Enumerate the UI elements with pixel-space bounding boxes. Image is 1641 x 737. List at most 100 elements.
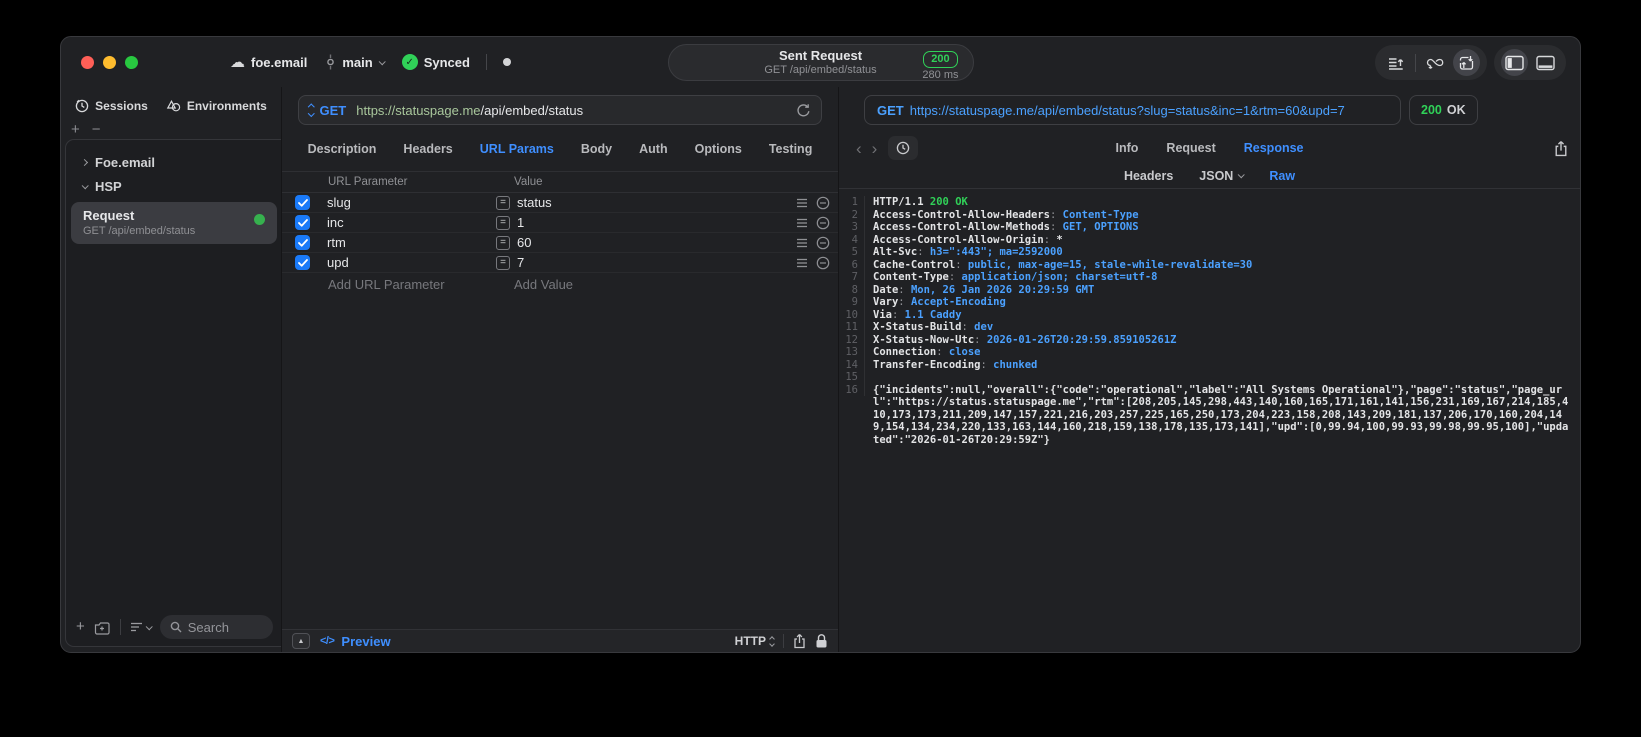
line-content: Cache-Control: public, max-age=15, stale… bbox=[873, 258, 1253, 271]
request-url-bar[interactable]: GET https://statuspage.me/api/embed/stat… bbox=[298, 95, 822, 125]
share-icon[interactable] bbox=[793, 633, 806, 649]
tab-response[interactable]: Response bbox=[1244, 141, 1304, 155]
request-list-item-selected[interactable]: Request GET /api/embed/status bbox=[71, 202, 277, 244]
subtab-headers[interactable]: Headers bbox=[1124, 169, 1173, 183]
check-circle-icon: ✓ bbox=[401, 54, 418, 70]
tree-item-foe-email[interactable]: Foe.email bbox=[66, 150, 281, 174]
history-button[interactable] bbox=[888, 136, 919, 160]
code-line: 5 Alt-Svc: h3=":443"; ma=2592000 bbox=[845, 246, 1570, 259]
tab-testing[interactable]: Testing bbox=[769, 142, 813, 156]
minimize-window-button[interactable] bbox=[103, 55, 116, 69]
toggle-sidebar-button[interactable] bbox=[1501, 49, 1528, 76]
reorder-handle-icon[interactable] bbox=[796, 258, 808, 268]
chevron-down-icon bbox=[145, 622, 153, 630]
tab-description[interactable]: Description bbox=[308, 142, 377, 156]
line-content: Access-Control-Allow-Origin: * bbox=[873, 233, 1063, 246]
lock-icon[interactable] bbox=[815, 633, 828, 649]
code-line: 10 Via: 1.1 Caddy bbox=[845, 308, 1570, 321]
param-value[interactable]: 7 bbox=[517, 255, 796, 270]
param-name[interactable]: inc bbox=[327, 215, 496, 230]
sidebar-tab-sessions[interactable]: Sessions bbox=[75, 99, 148, 113]
url-param-row[interactable]: upd = 7 bbox=[282, 253, 838, 273]
add-session-button[interactable]: + bbox=[71, 122, 80, 137]
preview-button[interactable]: </> Preview bbox=[320, 634, 391, 649]
code-line: 15 bbox=[845, 371, 1570, 384]
sent-request-url-box[interactable]: GET https://statuspage.me/api/embed/stat… bbox=[864, 95, 1401, 125]
url-params-table: URL Parameter Value slug = status inc = … bbox=[282, 171, 838, 295]
compare-sync-button[interactable] bbox=[1422, 49, 1449, 76]
toggle-bottom-panel-button[interactable] bbox=[1532, 49, 1559, 76]
tree-item-hsp[interactable]: HSP bbox=[66, 174, 281, 198]
sync-status-label: Synced bbox=[423, 54, 470, 70]
sync-status[interactable]: ✓ Synced bbox=[401, 54, 470, 70]
param-value[interactable]: 1 bbox=[517, 215, 796, 230]
clock-icon bbox=[75, 99, 89, 113]
param-name[interactable]: upd bbox=[327, 255, 496, 270]
search-input[interactable]: Search bbox=[159, 615, 273, 639]
history-back-button[interactable]: ‹ bbox=[851, 140, 867, 157]
line-content: Access-Control-Allow-Headers: Content-Ty… bbox=[873, 208, 1139, 221]
remove-session-button[interactable]: − bbox=[92, 122, 101, 137]
equals-badge-icon: = bbox=[496, 195, 510, 210]
reorder-handle-icon[interactable] bbox=[796, 218, 808, 228]
tab-auth[interactable]: Auth bbox=[639, 142, 667, 156]
param-name[interactable]: rtm bbox=[327, 235, 496, 250]
sent-request-pill[interactable]: Sent Request GET /api/embed/status 200 2… bbox=[667, 44, 974, 81]
branch-icon bbox=[327, 54, 335, 70]
remove-param-icon[interactable] bbox=[816, 216, 830, 230]
project-selector[interactable]: ☁ foe.email bbox=[230, 55, 307, 70]
remove-param-icon[interactable] bbox=[816, 256, 830, 270]
param-value[interactable]: 60 bbox=[517, 235, 796, 250]
collapse-panel-button[interactable]: ▲ bbox=[292, 633, 310, 649]
add-param-row[interactable]: Add URL Parameter Add Value bbox=[282, 273, 838, 295]
import-export-button[interactable] bbox=[1453, 49, 1480, 76]
status-dot-icon bbox=[254, 214, 265, 225]
tab-info[interactable]: Info bbox=[1116, 141, 1139, 155]
param-enabled-checkbox[interactable] bbox=[295, 195, 310, 210]
column-header-value: Value bbox=[514, 176, 543, 188]
line-number: 16 bbox=[845, 383, 865, 396]
line-number: 7 bbox=[845, 271, 865, 284]
subtab-raw[interactable]: Raw bbox=[1269, 169, 1295, 183]
sort-filter-button[interactable] bbox=[130, 621, 153, 633]
tab-request[interactable]: Request bbox=[1166, 141, 1215, 155]
close-window-button[interactable] bbox=[81, 55, 94, 69]
url-param-row[interactable]: slug = status bbox=[282, 193, 838, 213]
new-folder-icon[interactable] bbox=[94, 620, 111, 635]
tab-headers[interactable]: Headers bbox=[403, 142, 452, 156]
tab-url-params[interactable]: URL Params bbox=[480, 142, 554, 156]
protocol-select[interactable]: HTTP bbox=[735, 634, 775, 648]
response-panel: GET https://statuspage.me/api/embed/stat… bbox=[839, 87, 1580, 652]
export-list-icon bbox=[1388, 57, 1403, 70]
cloud-icon: ☁ bbox=[230, 53, 245, 71]
zoom-window-button[interactable] bbox=[125, 55, 138, 69]
param-enabled-checkbox[interactable] bbox=[295, 255, 310, 270]
remove-param-icon[interactable] bbox=[816, 196, 830, 210]
add-param-name-placeholder[interactable]: Add URL Parameter bbox=[328, 277, 514, 292]
code-line: 14 Transfer-Encoding: chunked bbox=[845, 358, 1570, 371]
url-param-row[interactable]: rtm = 60 bbox=[282, 233, 838, 253]
remove-param-icon[interactable] bbox=[816, 236, 830, 250]
resend-button[interactable] bbox=[796, 103, 811, 118]
request-method[interactable]: GET bbox=[320, 103, 347, 118]
tab-body[interactable]: Body bbox=[581, 142, 612, 156]
sidebar-tab-environments[interactable]: Environments bbox=[166, 99, 267, 113]
history-forward-button[interactable]: › bbox=[867, 140, 883, 157]
url-param-row[interactable]: inc = 1 bbox=[282, 213, 838, 233]
url-path: /api/embed/status bbox=[480, 102, 584, 118]
tab-options[interactable]: Options bbox=[695, 142, 742, 156]
reorder-handle-icon[interactable] bbox=[796, 198, 808, 208]
subtab-json[interactable]: JSON bbox=[1199, 169, 1246, 183]
add-request-button[interactable]: + bbox=[76, 619, 85, 634]
param-enabled-checkbox[interactable] bbox=[295, 235, 310, 250]
param-enabled-checkbox[interactable] bbox=[295, 215, 310, 230]
response-raw-view[interactable]: 1 HTTP/1.1 200 OK 2 Access-Control-Allow… bbox=[839, 189, 1580, 652]
add-param-value-placeholder[interactable]: Add Value bbox=[514, 277, 573, 292]
param-value[interactable]: status bbox=[517, 195, 796, 210]
check-icon bbox=[297, 218, 308, 227]
param-name[interactable]: slug bbox=[327, 195, 496, 210]
export-response-button[interactable] bbox=[1554, 140, 1568, 157]
branch-selector[interactable]: main bbox=[325, 54, 386, 70]
export-list-button[interactable] bbox=[1382, 49, 1409, 76]
reorder-handle-icon[interactable] bbox=[796, 238, 808, 248]
